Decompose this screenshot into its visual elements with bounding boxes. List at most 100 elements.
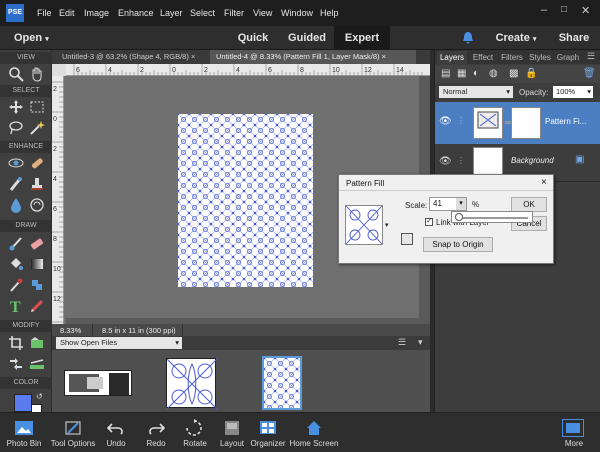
marquee-tool-icon[interactable]: [29, 99, 45, 115]
undo-button[interactable]: Undo: [100, 439, 132, 448]
chain-link-icon[interactable]: ∞: [505, 118, 511, 127]
menu-layer[interactable]: Layer: [160, 8, 183, 18]
photo-bin-button[interactable]: Photo Bin: [4, 439, 44, 448]
redo-button[interactable]: Redo: [140, 439, 172, 448]
content-aware-move-tool-icon[interactable]: [8, 356, 24, 372]
rotate-button[interactable]: Rotate: [178, 439, 212, 448]
tab-styles[interactable]: Styles: [527, 51, 553, 64]
tab-quick[interactable]: Quick: [228, 26, 278, 50]
snap-origin-icon[interactable]: [401, 233, 413, 245]
tool-options-button[interactable]: Tool Options: [48, 439, 98, 448]
layer-name[interactable]: Background: [511, 156, 554, 165]
layer-name[interactable]: Pattern Fi...: [545, 117, 586, 126]
eyedropper-tool-icon[interactable]: [8, 277, 24, 293]
tab-graphics[interactable]: Graph: [555, 51, 581, 64]
lasso-tool-icon[interactable]: [8, 120, 24, 136]
lock-all-icon[interactable]: 🔒: [525, 68, 537, 79]
smart-brush-tool-icon[interactable]: [8, 176, 24, 192]
layout-button[interactable]: Layout: [216, 439, 248, 448]
scale-input[interactable]: 41 ▾: [429, 197, 467, 211]
bin-thumbnail-untitled-4[interactable]: [262, 356, 302, 410]
blend-mode-select[interactable]: Normal ▾: [439, 86, 513, 98]
visibility-eye-icon[interactable]: 👁: [439, 156, 452, 167]
home-screen-icon[interactable]: [305, 419, 323, 437]
tool-options-icon[interactable]: [64, 419, 82, 437]
layer-row-pattern-fill[interactable]: 👁 ⋮ ∞ Pattern Fi...: [435, 102, 600, 144]
link-icon[interactable]: ⋮: [457, 156, 465, 165]
scale-slider-thumb[interactable]: [455, 213, 463, 221]
rotate-icon[interactable]: [185, 419, 203, 437]
adjustment-layer-icon[interactable]: ◐: [473, 68, 479, 79]
tab-expert[interactable]: Expert: [334, 26, 390, 50]
magic-wand-tool-icon[interactable]: [29, 120, 45, 136]
menu-image[interactable]: Image: [84, 8, 109, 18]
notifications-bell-icon[interactable]: [461, 31, 475, 45]
menu-window[interactable]: Window: [281, 8, 313, 18]
more-icon[interactable]: [562, 419, 584, 437]
pattern-picker[interactable]: [345, 205, 383, 245]
menu-select[interactable]: Select: [190, 8, 215, 18]
undo-icon[interactable]: [106, 419, 125, 437]
zoom-tool-icon[interactable]: [8, 66, 24, 82]
minimize-icon[interactable]: –: [541, 4, 547, 16]
dialog-close-icon[interactable]: ×: [541, 177, 547, 188]
bin-thumbnail-pattern[interactable]: [166, 358, 218, 410]
create-button[interactable]: Create ▾: [488, 26, 544, 50]
sponge-tool-icon[interactable]: [29, 197, 45, 213]
bin-menu-icon[interactable]: ☰: [398, 337, 406, 348]
panel-menu-icon[interactable]: ☰: [587, 51, 595, 62]
organizer-icon[interactable]: [259, 419, 277, 437]
new-layer-icon[interactable]: ▤: [441, 68, 450, 79]
pencil-tool-icon[interactable]: [29, 298, 45, 314]
new-group-icon[interactable]: ▦: [457, 68, 466, 79]
bin-thumbnail-untitled-3[interactable]: [64, 370, 132, 396]
home-screen-button[interactable]: Home Screen: [288, 439, 340, 448]
eraser-tool-icon[interactable]: [29, 235, 45, 251]
open-button[interactable]: Open ▾: [6, 26, 62, 50]
delete-layer-icon[interactable]: 🗑: [583, 68, 596, 79]
recompose-tool-icon[interactable]: [29, 335, 45, 351]
opacity-input[interactable]: 100% ▾: [553, 86, 593, 98]
gradient-tool-icon[interactable]: [29, 256, 45, 272]
spot-healing-tool-icon[interactable]: [29, 155, 45, 171]
blur-tool-icon[interactable]: [8, 197, 24, 213]
scale-slider[interactable]: [451, 211, 533, 223]
pattern-picker-dropdown-icon[interactable]: ▾: [385, 221, 389, 229]
layer-mask-icon[interactable]: ◍: [489, 68, 498, 79]
snap-to-origin-button[interactable]: Snap to Origin: [423, 237, 493, 252]
paint-bucket-tool-icon[interactable]: [8, 256, 24, 272]
hand-tool-icon[interactable]: [29, 66, 45, 82]
link-icon[interactable]: ⋮: [457, 116, 465, 125]
clone-stamp-tool-icon[interactable]: [29, 176, 45, 192]
organizer-button[interactable]: Organizer: [250, 439, 286, 448]
tab-effects[interactable]: Effect: [469, 51, 497, 64]
link-with-layer-checkbox[interactable]: ✓: [425, 218, 433, 226]
show-open-files-dropdown[interactable]: Show Open Files ▾: [56, 337, 182, 349]
collapse-bin-icon[interactable]: ▾: [418, 337, 423, 348]
menu-edit[interactable]: Edit: [59, 8, 75, 18]
type-tool-icon[interactable]: T: [8, 298, 24, 316]
custom-shape-tool-icon[interactable]: [29, 277, 45, 293]
more-button[interactable]: More: [558, 439, 590, 448]
red-eye-tool-icon[interactable]: [8, 155, 24, 171]
menu-enhance[interactable]: Enhance: [118, 8, 154, 18]
share-button[interactable]: Share: [552, 26, 596, 50]
tab-guided[interactable]: Guided: [282, 26, 332, 50]
doc-tab-untitled-4[interactable]: Untitled-4 @ 8.33% (Pattern Fill 1, Laye…: [210, 50, 416, 64]
document-canvas[interactable]: [178, 114, 313, 287]
menu-filter[interactable]: Filter: [224, 8, 244, 18]
foreground-color-swatch-top[interactable]: [14, 394, 32, 412]
lock-transparency-icon[interactable]: ▩: [509, 68, 518, 79]
brush-tool-icon[interactable]: [8, 235, 24, 251]
close-window-icon[interactable]: ✕: [581, 4, 590, 17]
ok-button[interactable]: OK: [511, 197, 547, 212]
menu-view[interactable]: View: [253, 8, 272, 18]
tab-filters[interactable]: Filters: [499, 51, 525, 64]
zoom-level[interactable]: 8.33%: [60, 326, 81, 335]
maximize-icon[interactable]: □: [561, 4, 567, 15]
move-tool-icon[interactable]: [8, 99, 24, 115]
menu-help[interactable]: Help: [320, 8, 339, 18]
straighten-tool-icon[interactable]: [29, 356, 45, 372]
menu-file[interactable]: File: [37, 8, 52, 18]
layout-icon[interactable]: [223, 419, 241, 437]
